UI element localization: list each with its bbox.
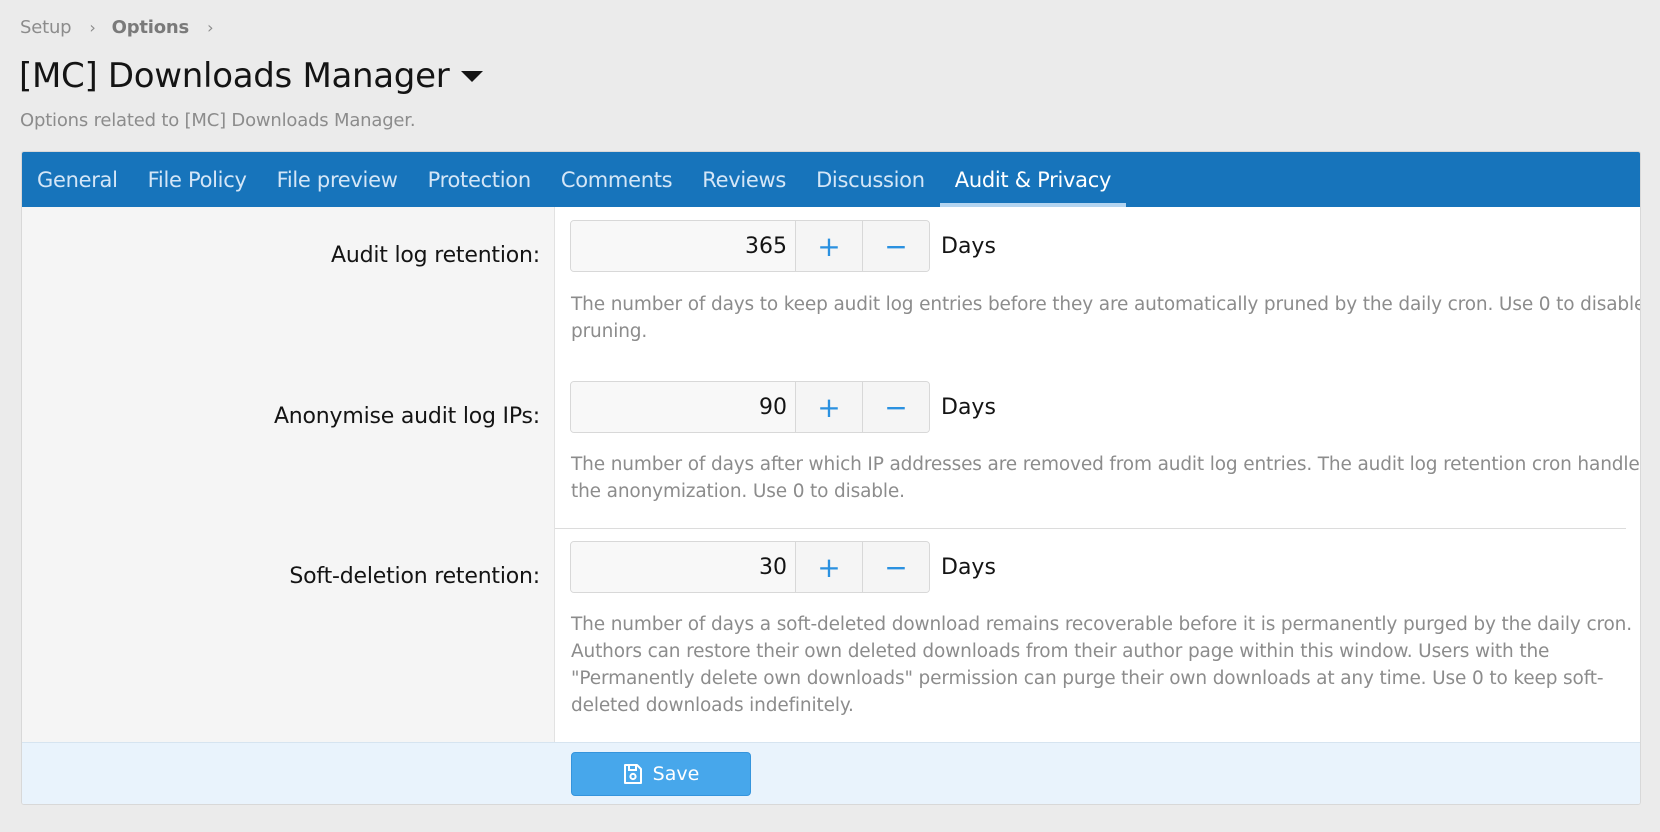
caret-down-icon[interactable]: [461, 70, 484, 82]
units-label: Days: [941, 394, 996, 420]
quantity-stepper: 365 + −: [570, 220, 930, 272]
tab-protection[interactable]: Protection: [413, 152, 546, 207]
breadcrumb-setup[interactable]: Setup: [20, 17, 72, 38]
form-footer: Save: [22, 742, 1640, 804]
option-hint-audit-log-retention: The number of days to keep audit log ent…: [571, 294, 1641, 342]
save-icon: [623, 764, 642, 784]
quantity-stepper: 90 + −: [570, 381, 930, 433]
breadcrumb: Setup › Options ›: [20, 17, 229, 38]
tab-discussion[interactable]: Discussion: [801, 152, 940, 207]
increment-button[interactable]: +: [795, 382, 862, 432]
option-control-soft-deletion-retention: 30 + − Days: [570, 541, 996, 593]
breadcrumb-options[interactable]: Options: [112, 17, 190, 38]
tab-bar: General File Policy File preview Protect…: [22, 152, 1640, 207]
tab-comments[interactable]: Comments: [546, 152, 687, 207]
option-label-soft-deletion-retention: Soft-deletion retention:: [289, 564, 540, 589]
units-label: Days: [941, 233, 996, 259]
save-button[interactable]: Save: [571, 752, 751, 796]
page-description: Options related to [MC] Downloads Manage…: [20, 110, 416, 131]
page-title: [MC] Downloads Manager: [19, 56, 450, 96]
decrement-button[interactable]: −: [862, 221, 929, 271]
tab-file-policy[interactable]: File Policy: [133, 152, 262, 207]
option-hint-anonymise-ips: The number of days after which IP addres…: [571, 454, 1641, 502]
anonymise-ips-input[interactable]: 90: [571, 382, 795, 432]
decrement-button[interactable]: −: [862, 382, 929, 432]
increment-button[interactable]: +: [795, 542, 862, 592]
option-label-anonymise-ips: Anonymise audit log IPs:: [273, 404, 540, 429]
decrement-button[interactable]: −: [862, 542, 929, 592]
options-rows: Audit log retention: 365 + − Days The nu…: [22, 207, 1640, 743]
soft-deletion-retention-input[interactable]: 30: [571, 542, 795, 592]
option-hint-soft-deletion-retention: The number of days a soft-deleted downlo…: [571, 614, 1632, 716]
save-button-label: Save: [652, 763, 700, 785]
options-block: General File Policy File preview Protect…: [21, 151, 1641, 805]
title-row: [MC] Downloads Manager: [19, 56, 484, 96]
tab-audit-privacy[interactable]: Audit & Privacy: [939, 152, 1127, 207]
increment-button[interactable]: +: [795, 221, 862, 271]
chevron-right-icon: ›: [89, 18, 96, 37]
audit-log-retention-input[interactable]: 365: [571, 221, 795, 271]
option-label-audit-log-retention: Audit log retention:: [331, 243, 540, 268]
units-label: Days: [941, 554, 996, 580]
row-divider: [555, 528, 1626, 529]
option-control-anonymise-ips: 90 + − Days: [570, 381, 996, 433]
chevron-right-icon: ›: [207, 18, 214, 37]
tab-reviews[interactable]: Reviews: [687, 152, 801, 207]
page: Setup › Options › [MC] Downloads Manager…: [0, 0, 1660, 832]
tab-file-preview[interactable]: File preview: [262, 152, 413, 207]
quantity-stepper: 30 + −: [570, 541, 930, 593]
option-control-audit-log-retention: 365 + − Days: [570, 220, 996, 272]
tab-general[interactable]: General: [37, 152, 133, 207]
